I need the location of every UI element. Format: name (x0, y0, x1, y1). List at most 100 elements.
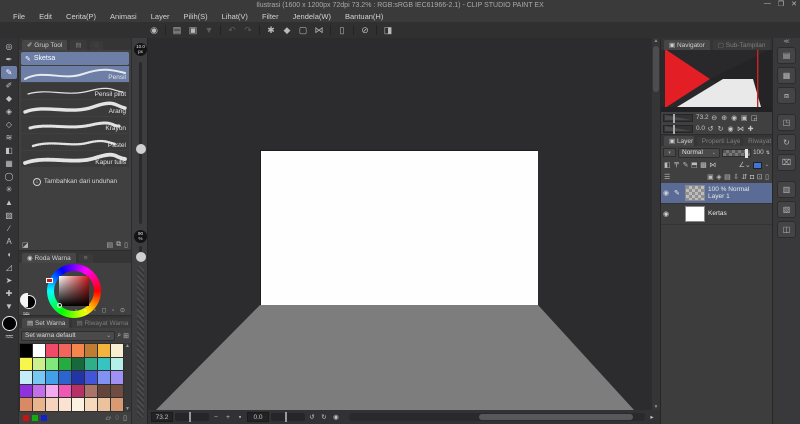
dock-button-material-download-3[interactable]: ◫ (777, 221, 796, 238)
collapse-dock-icon[interactable]: ≪ (783, 40, 789, 44)
line-tool[interactable]: ∕ (1, 222, 17, 235)
polyline-tool[interactable]: ◿ (1, 261, 17, 274)
color-swatch[interactable] (33, 398, 45, 411)
color-wheel-footer-icons[interactable]: ▫ ◻ ▫ ◻ ▫ ⊙ (75, 307, 127, 314)
opacity-spinner[interactable]: ⇅ (766, 150, 770, 156)
rotate-cw-icon[interactable]: ↻ (716, 125, 725, 133)
brush-item[interactable]: Pensil pilot (21, 83, 129, 99)
restore-button[interactable]: ❐ (778, 0, 784, 8)
dock-button-material-monochrome[interactable]: ⧈ (777, 87, 796, 104)
blend-tool[interactable]: ≋ (1, 131, 17, 144)
color-swatch[interactable] (59, 398, 71, 411)
fill-tool[interactable]: ◧ (1, 144, 17, 157)
tab-sub-tool-alt[interactable]: ▤ (70, 40, 86, 50)
fit-icon[interactable]: ◉ (730, 114, 739, 122)
color-swatch[interactable] (111, 398, 123, 411)
color-swatch[interactable] (33, 385, 45, 398)
layer-thumbnail[interactable] (685, 206, 705, 222)
move-tool[interactable]: ✚ (1, 287, 17, 300)
add-from-download[interactable]: ↓ Tambahkan dari unduhan (19, 175, 131, 188)
rotate-cw-button[interactable]: ↻ (319, 413, 329, 421)
close-button[interactable]: ✕ (791, 0, 797, 8)
rotation-value[interactable]: 0.0 (247, 412, 269, 422)
rotate-ccw-icon[interactable]: ↺ (706, 125, 715, 133)
menu-item-ceritap[interactable]: Cerita(P) (59, 12, 103, 21)
color-swatch[interactable] (111, 344, 123, 357)
color-swatch[interactable] (72, 358, 84, 371)
menu-item-layer[interactable]: Layer (144, 12, 177, 21)
main-color-indicator[interactable] (2, 316, 17, 331)
new-subtool-icon[interactable]: ▤ (107, 241, 114, 249)
zoom-out-button[interactable]: − (211, 414, 221, 421)
menu-item-jendelaw[interactable]: Jendela(W) (286, 12, 338, 21)
dock-button-material-3d[interactable]: ⌧ (777, 154, 796, 171)
color-swatch[interactable] (46, 371, 58, 384)
reset-rotation-icon[interactable]: ◉ (726, 125, 735, 133)
scroll-right-icon[interactable]: ▸ (647, 413, 657, 421)
recent-color-chip[interactable] (32, 415, 38, 421)
layer-opacity-slider[interactable] (722, 149, 751, 157)
brush-size-slider[interactable] (139, 62, 142, 224)
tab-color-slider[interactable]: ≡ (79, 254, 93, 263)
tab-grup-tool[interactable]: ✐ Grup Tool (22, 40, 67, 50)
create-mask-icon[interactable]: ◘ (750, 174, 754, 181)
selected-layer-color-chip[interactable] (753, 162, 762, 169)
open-file-icon[interactable]: ▣ (186, 24, 200, 36)
layer-row[interactable]: ◉✎100 % NormalLayer 1 (661, 183, 772, 204)
operation-tool[interactable]: ➤ (1, 274, 17, 287)
lasso-tool[interactable]: ◯ (1, 170, 17, 183)
airbrush-tool[interactable]: ◆ (1, 92, 17, 105)
tab-set-warna[interactable]: ▤ Set Warna (22, 318, 69, 328)
delete-subtool-icon[interactable]: ▯ (124, 241, 128, 249)
navigator-preview[interactable] (661, 50, 772, 112)
subtool-settings-icon[interactable]: ◪ (22, 241, 29, 249)
recent-color-chip[interactable] (23, 415, 29, 421)
color-swatch[interactable] (33, 344, 45, 357)
tab-riwayat-warna[interactable]: ▤ Riwayat Warna (72, 318, 131, 328)
color-swatch[interactable] (85, 371, 97, 384)
no-assist-icon[interactable]: ⊘ (358, 24, 372, 36)
opacity-slider-thumb[interactable] (136, 252, 146, 262)
color-swatch[interactable] (98, 398, 110, 411)
ruler-icon[interactable]: ∠⌄ (739, 161, 751, 169)
navigator-zoom-slider[interactable] (663, 114, 693, 122)
brush-item[interactable]: Pensil (21, 66, 129, 82)
minimize-button[interactable]: — (764, 0, 771, 8)
delete-layer-icon[interactable]: ▯ (765, 173, 769, 181)
new-file-icon[interactable]: ▤ (170, 24, 184, 36)
color-swatch[interactable] (20, 358, 32, 371)
transparent-color-indicator[interactable]: ≈≈ (6, 332, 13, 341)
brush-item[interactable]: Kapur tulis (21, 151, 129, 167)
transparent-color-icon[interactable]: ≈≈ (23, 311, 29, 318)
color-swatch[interactable] (85, 344, 97, 357)
color-swatch[interactable] (20, 371, 32, 384)
color-swatch[interactable] (111, 358, 123, 371)
color-swatch[interactable] (46, 344, 58, 357)
delete-color-icon[interactable]: ▯ (123, 414, 127, 422)
pen-tool[interactable]: ✒ (1, 53, 17, 66)
recent-color-chip[interactable] (41, 415, 47, 421)
companion-mode-icon[interactable]: ▯ (335, 24, 349, 36)
reset-rotation-button[interactable]: ◉ (331, 413, 341, 421)
canvas-horizontal-scrollbar[interactable] (349, 413, 645, 421)
transfer-down-icon[interactable]: ⇩ (733, 173, 739, 181)
tab-layer[interactable]: ▣ Layer (664, 136, 694, 146)
zoom-out-icon[interactable]: ⊖ (710, 114, 719, 122)
add-color-icon[interactable]: ▱ (105, 414, 110, 422)
color-swatch[interactable] (72, 344, 84, 357)
layer-menu-icon[interactable]: ☰ (664, 173, 670, 181)
frame-border-tool[interactable]: ▦ (1, 157, 17, 170)
tab-riwayat[interactable]: Riwayat (743, 137, 772, 146)
merge-down-icon[interactable]: ⇵ (742, 173, 748, 181)
scroll-up-icon[interactable]: ▲ (125, 343, 130, 349)
menu-item-bantuanh[interactable]: Bantuan(H) (338, 12, 390, 21)
color-swatch[interactable] (20, 344, 32, 357)
brush-size-slider-thumb[interactable] (136, 144, 146, 154)
color-swatch[interactable] (46, 398, 58, 411)
canvas-vertical-scrollbar[interactable]: ▲ ▼ (652, 38, 660, 410)
brush-item[interactable]: Krayon (21, 117, 129, 133)
actual-size-icon[interactable]: ▣ (740, 114, 749, 122)
tab-sub-tampilan[interactable]: ▢ Sub-Tampilan (713, 40, 771, 50)
eyedropper-tool[interactable]: ▼ (1, 300, 17, 313)
tonal-icon[interactable]: 〒 (673, 160, 680, 170)
